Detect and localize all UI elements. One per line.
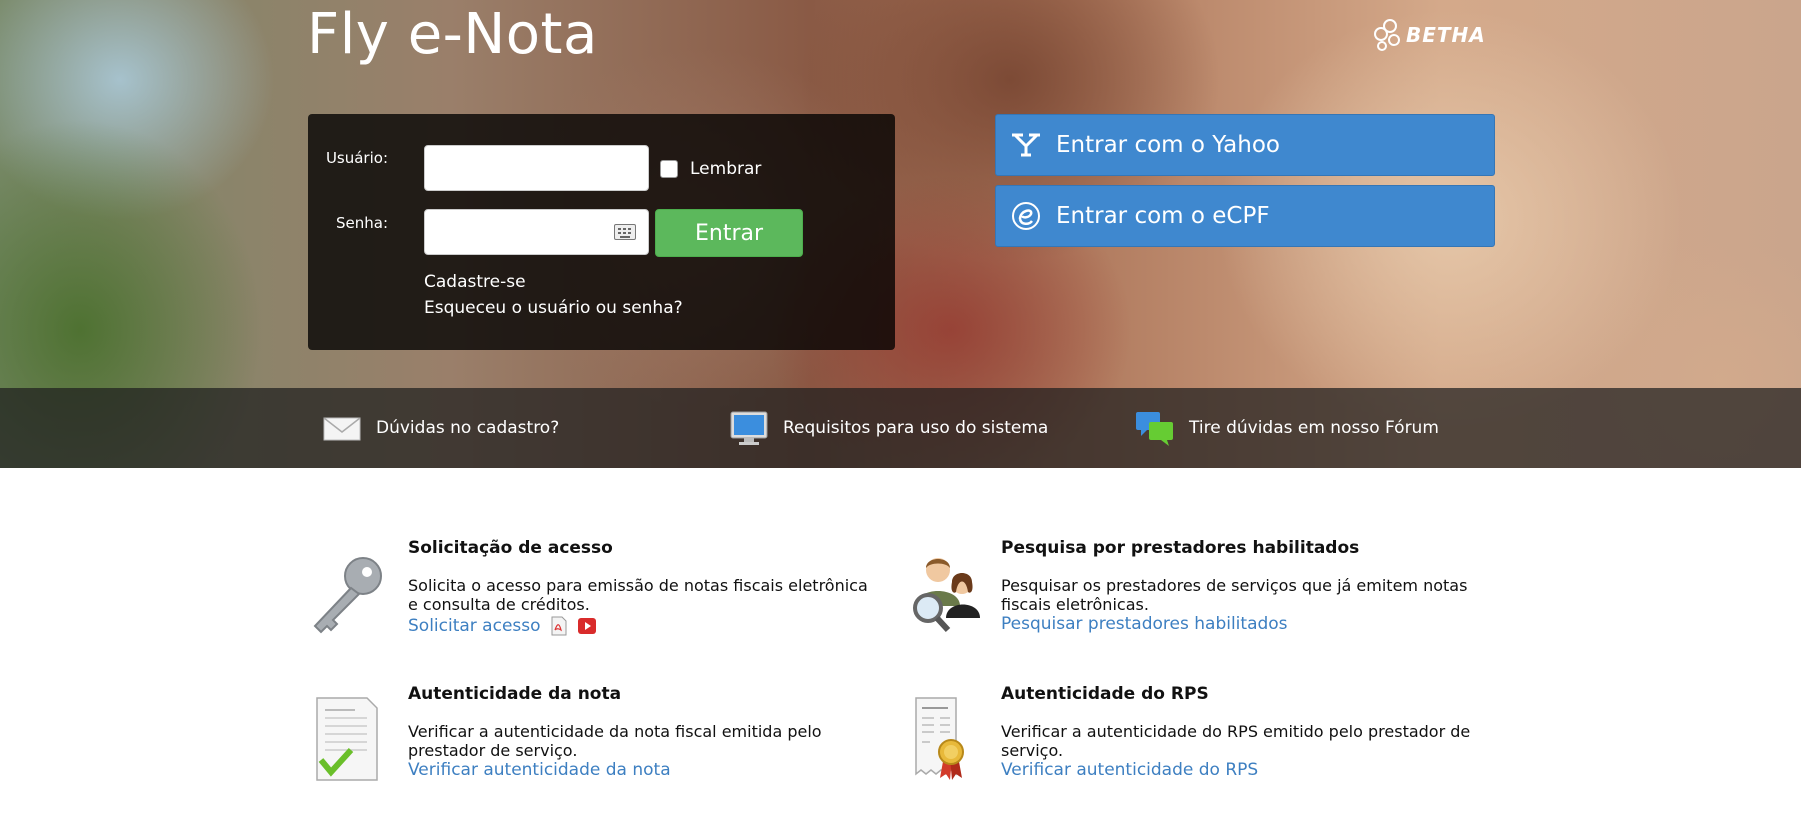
remember-label[interactable]: Lembrar xyxy=(690,159,761,179)
ecpf-login-label: Entrar com o eCPF xyxy=(1056,203,1270,229)
chat-bubbles-icon xyxy=(1136,412,1173,446)
remember-checkbox[interactable] xyxy=(660,160,678,178)
invoice-check-icon xyxy=(316,697,378,781)
help-bar: Dúvidas no cadastro? Requisitos para uso… xyxy=(0,388,1801,468)
receipt-seal-icon xyxy=(915,697,964,780)
feature-description: Pesquisar os prestadores de serviços que… xyxy=(1001,576,1468,614)
help-item-label: Dúvidas no cadastro? xyxy=(376,418,560,438)
feature-solicitacao-acesso: Solicitação de acesso Solicita o acesso … xyxy=(307,536,868,646)
yahoo-login-button[interactable]: Entrar com o Yahoo xyxy=(995,114,1495,176)
feature-description: Verificar a autenticidade da nota fiscal… xyxy=(408,722,822,760)
help-item-label: Tire dúvidas em nosso Fórum xyxy=(1189,418,1439,438)
feature-pesquisa-prestadores: Pesquisa por prestadores habilitados Pes… xyxy=(900,536,1467,646)
envelope-icon xyxy=(323,417,361,441)
feature-title: Autenticidade da nota xyxy=(408,684,622,704)
feature-title: Pesquisa por prestadores habilitados xyxy=(1001,538,1360,558)
yahoo-login-label: Entrar com o Yahoo xyxy=(1056,132,1280,158)
feature-autenticidade-nota: Autenticidade da nota Verificar a autent… xyxy=(307,682,867,792)
key-icon xyxy=(313,557,382,634)
ecpf-login-button[interactable]: Entrar com o eCPF xyxy=(995,185,1495,247)
password-label: Senha: xyxy=(335,214,388,232)
forgot-password-link[interactable]: Esqueceu o usuário ou senha? xyxy=(424,298,683,318)
pesquisar-prestadores-link[interactable]: Pesquisar prestadores habilitados xyxy=(1001,614,1288,634)
feature-link-row: Solicitar acesso xyxy=(408,616,597,636)
hero-banner: Fly e-Nota BETHA Usuário: Lembrar Senha:… xyxy=(0,0,1801,468)
verificar-rps-link[interactable]: Verificar autenticidade do RPS xyxy=(1001,760,1258,780)
betha-logo-text: BETHA xyxy=(1406,23,1486,47)
video-play-icon[interactable] xyxy=(577,616,597,636)
ecpf-icon xyxy=(1010,200,1042,232)
betha-logo-icon xyxy=(1374,19,1400,51)
user-label: Usuário: xyxy=(325,149,388,167)
betha-logo: BETHA xyxy=(1372,18,1486,52)
user-input[interactable] xyxy=(424,145,649,191)
yahoo-icon xyxy=(1010,129,1042,161)
pdf-icon[interactable] xyxy=(549,616,569,636)
monitor-icon xyxy=(730,411,768,445)
app-title: Fly e-Nota xyxy=(307,2,598,67)
help-item-cadastro[interactable]: Dúvidas no cadastro? xyxy=(322,388,559,468)
login-button[interactable]: Entrar xyxy=(655,209,803,257)
feature-title: Autenticidade do RPS xyxy=(1001,684,1209,704)
help-item-forum[interactable]: Tire dúvidas em nosso Fórum xyxy=(1135,388,1439,468)
feature-description: Verificar a autenticidade do RPS emitido… xyxy=(1001,722,1471,760)
feature-description: Solicita o acesso para emissão de notas … xyxy=(408,576,868,614)
login-panel: Usuário: Lembrar Senha: Entrar Cadastre-… xyxy=(308,114,895,350)
signup-link[interactable]: Cadastre-se xyxy=(424,272,526,292)
password-input[interactable] xyxy=(424,209,649,255)
virtual-keyboard-icon[interactable] xyxy=(614,224,636,240)
help-item-label: Requisitos para uso do sistema xyxy=(783,418,1049,438)
help-item-requisitos[interactable]: Requisitos para uso do sistema xyxy=(729,388,1048,468)
feature-title: Solicitação de acesso xyxy=(408,538,613,558)
solicitar-acesso-link[interactable]: Solicitar acesso xyxy=(408,616,541,636)
verificar-nota-link[interactable]: Verificar autenticidade da nota xyxy=(408,760,671,780)
users-search-icon xyxy=(913,558,980,633)
feature-autenticidade-rps: Autenticidade do RPS Verificar a autenti… xyxy=(900,682,1470,792)
